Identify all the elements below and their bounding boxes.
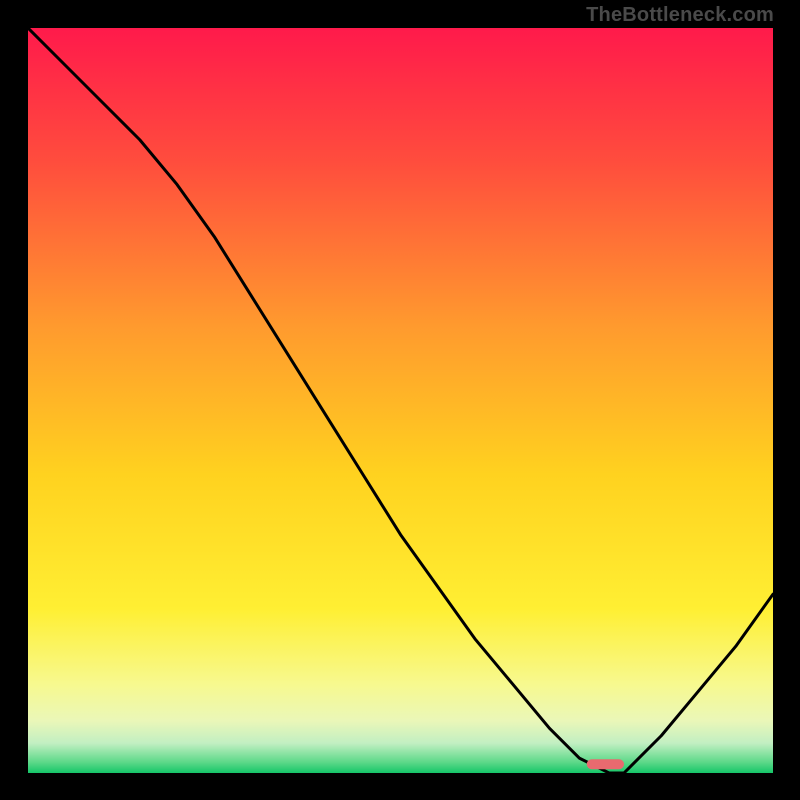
plot-area xyxy=(28,28,773,773)
minimum-marker xyxy=(587,759,624,769)
chart-svg xyxy=(28,28,773,773)
watermark-text: TheBottleneck.com xyxy=(586,4,774,27)
chart-frame: TheBottleneck.com xyxy=(0,0,800,800)
